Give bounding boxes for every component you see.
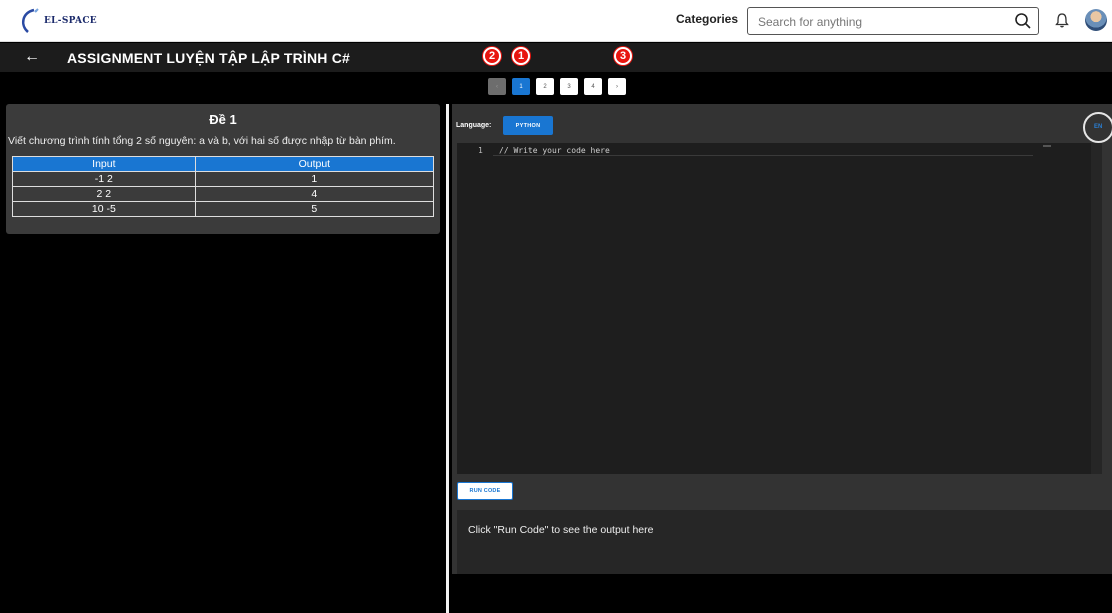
prev-page-button[interactable]: ‹ — [488, 78, 506, 95]
run-code-button[interactable]: RUN CODE — [457, 482, 513, 500]
annotation-marker-3: 3 — [614, 47, 632, 65]
editor-panel: Language: PYTHON EN 1 // Write your code… — [452, 104, 1112, 574]
output-placeholder-text: Click "Run Code" to see the output here — [468, 524, 654, 536]
table-cell-input: -1 2 — [12, 171, 196, 187]
annotation-marker-1: 1 — [512, 47, 530, 65]
avatar[interactable] — [1085, 9, 1107, 31]
table-row: -1 2 1 — [12, 171, 435, 187]
top-navbar: EL-SPACE Categories — [0, 0, 1112, 42]
page-button-2[interactable]: 2 — [536, 78, 554, 95]
pagination: ‹ 1 2 3 4 › — [488, 78, 626, 95]
next-page-button[interactable]: › — [608, 78, 626, 95]
table-header-row: Input Output — [12, 156, 435, 172]
title-bar: ← ASSIGNMENT LUYỆN TẬP LẬP TRÌNH C# — [0, 43, 1112, 72]
logo-swoosh-icon — [21, 8, 39, 33]
language-select-button[interactable]: PYTHON — [503, 116, 553, 135]
page-button-1[interactable]: 1 — [512, 78, 530, 95]
problem-description: Viết chương trình tính tổng 2 số nguyên:… — [8, 135, 396, 147]
run-toolbar: RUN CODE — [452, 474, 1112, 508]
categories-link[interactable]: Categories — [676, 12, 738, 26]
page-title: ASSIGNMENT LUYỆN TẬP LẬP TRÌNH C# — [67, 50, 350, 66]
table-row: 2 2 4 — [12, 186, 435, 202]
code-editor[interactable]: 1 // Write your code here — [457, 143, 1102, 474]
table-cell-output: 1 — [194, 171, 435, 187]
page-button-4[interactable]: 4 — [584, 78, 602, 95]
arrow-left-icon[interactable]: ← — [24, 49, 40, 65]
search-input[interactable] — [758, 13, 1008, 31]
table-cell-output: 5 — [194, 201, 435, 217]
minimap[interactable] — [1043, 145, 1051, 147]
table-row: 10 -5 5 — [12, 201, 435, 217]
panel-resize-divider[interactable] — [446, 104, 449, 613]
column-header-input: Input — [12, 156, 196, 172]
logo[interactable]: EL-SPACE — [18, 6, 97, 36]
column-header-output: Output — [194, 156, 435, 172]
problem-card: Đề 1 Viết chương trình tính tổng 2 số ng… — [6, 104, 440, 234]
search-box — [747, 7, 1039, 35]
bell-icon[interactable] — [1055, 12, 1069, 28]
editor-scrollbar[interactable] — [1091, 143, 1102, 474]
table-cell-input: 10 -5 — [12, 201, 196, 217]
table-cell-input: 2 2 — [12, 186, 196, 202]
io-example-table: Input Output -1 2 1 2 2 4 10 -5 5 — [12, 156, 435, 217]
problem-title: Đề 1 — [209, 112, 237, 127]
code-line[interactable]: // Write your code here — [499, 146, 610, 155]
search-icon[interactable] — [1014, 12, 1032, 30]
locale-toggle[interactable]: EN — [1083, 112, 1112, 143]
language-label: Language: — [456, 122, 492, 129]
logo-text: EL-SPACE — [44, 16, 97, 26]
output-console: Click "Run Code" to see the output here — [457, 510, 1112, 574]
page-button-3[interactable]: 3 — [560, 78, 578, 95]
table-cell-output: 4 — [194, 186, 435, 202]
locale-toggle-label: EN — [1094, 124, 1103, 130]
annotation-marker-2: 2 — [483, 47, 501, 65]
app-root: EL-SPACE Categories ← ASSIGNMENT LUYỆN T… — [0, 0, 1112, 613]
line-number: 1 — [478, 146, 483, 155]
